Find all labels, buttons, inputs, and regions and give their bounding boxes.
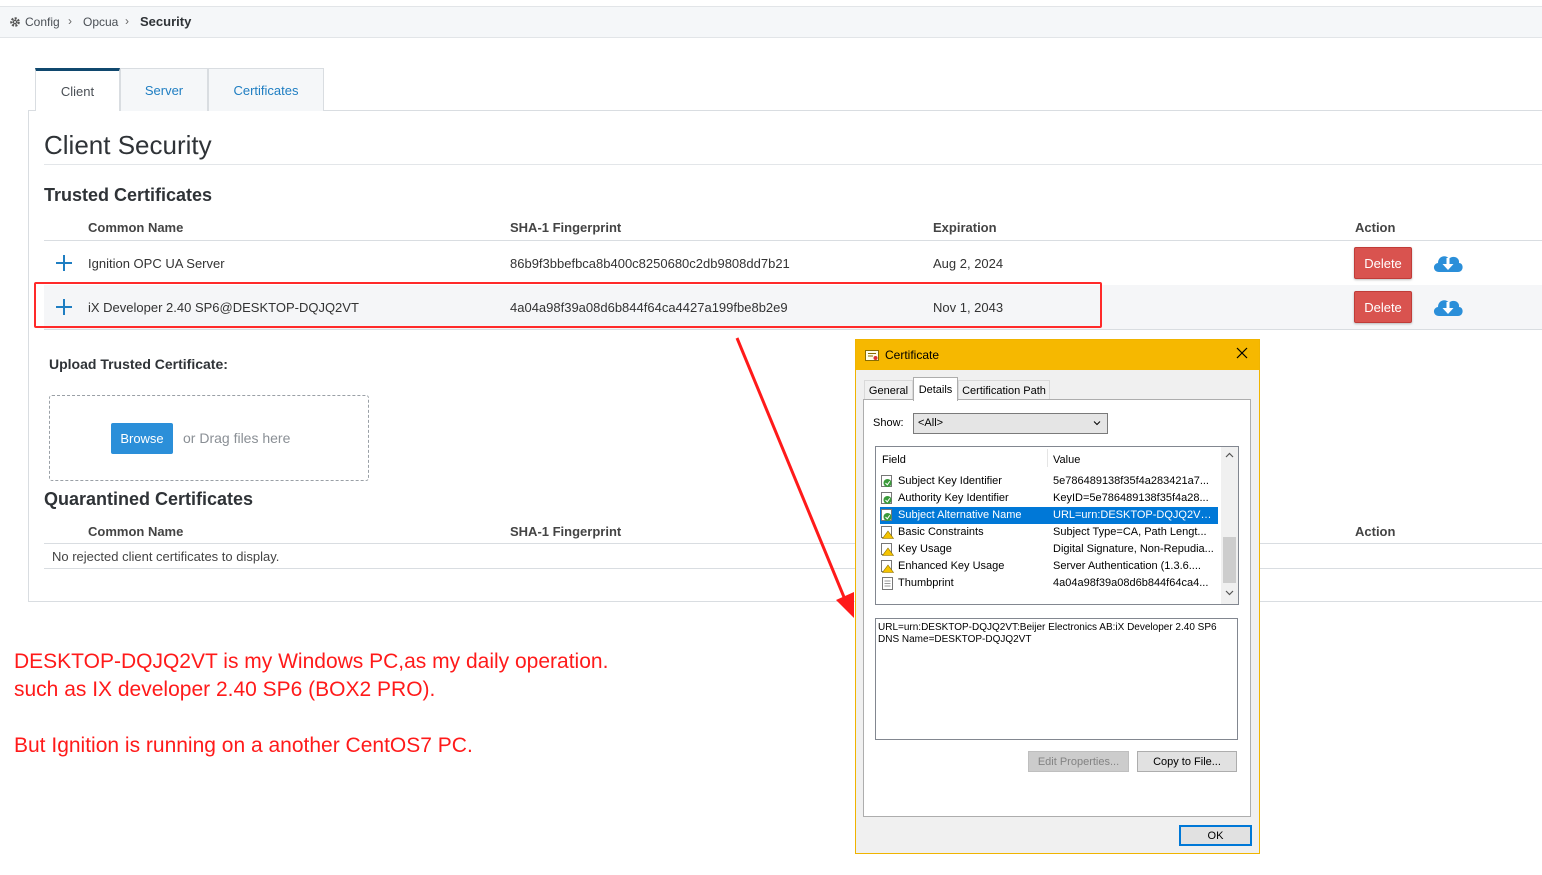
column-header-common-name: Common Name xyxy=(88,524,184,539)
table-row: Ignition OPC UA Server 86b9f3bbefbca8b40… xyxy=(44,241,1542,285)
page-title: Client Security xyxy=(44,130,212,160)
list-item-field: Key Usage xyxy=(898,543,952,555)
list-item-field: Subject Alternative Name xyxy=(898,509,1022,521)
cert-ext-icon xyxy=(881,475,892,487)
empty-table-message: No rejected client certificates to displ… xyxy=(52,549,280,564)
copy-to-file-button[interactable]: Copy to File... xyxy=(1137,751,1237,772)
list-header-field[interactable]: Field xyxy=(882,454,906,466)
scrollbar-thumb[interactable] xyxy=(1223,537,1236,583)
close-icon[interactable] xyxy=(1235,346,1249,360)
tab-details[interactable]: Details xyxy=(913,377,958,401)
breadcrumb-config[interactable]: Config xyxy=(25,15,60,29)
chevron-up-icon[interactable] xyxy=(1225,452,1234,458)
list-header: Field Value xyxy=(876,447,1221,469)
chevron-down-icon xyxy=(1093,421,1101,426)
list-item[interactable]: Thumbprint 4a04a98f39a08d6b844f64ca4... xyxy=(880,575,1218,592)
list-header-divider xyxy=(1047,449,1048,467)
breadcrumb-current: Security xyxy=(140,14,192,29)
cloud-download-icon[interactable] xyxy=(1431,250,1465,276)
cert-ext-icon xyxy=(881,492,892,504)
tab-general[interactable]: General xyxy=(864,380,913,400)
list-item-value: Server Authentication (1.3.6.... xyxy=(1053,560,1201,572)
trusted-certificates-heading: Trusted Certificates xyxy=(44,185,213,205)
annotation-arrow-icon xyxy=(735,337,854,618)
list-item-value: 5e786489138f35f4a283421a7... xyxy=(1053,475,1209,487)
list-item-field: Thumbprint xyxy=(898,577,954,589)
list-item-value: KeyID=5e786489138f35f4a28... xyxy=(1053,492,1209,504)
show-select-value: <All> xyxy=(918,417,944,429)
show-label: Show: xyxy=(873,417,904,429)
delete-button[interactable]: Delete xyxy=(1354,291,1412,323)
certificate-dialog: Certificate General Details Certificatio… xyxy=(855,339,1260,854)
dialog-titlebar[interactable]: Certificate xyxy=(856,340,1259,370)
chevron-right-icon: › xyxy=(68,14,72,28)
divider xyxy=(44,164,1542,165)
tab-certification-path[interactable]: Certification Path xyxy=(958,380,1050,400)
list-item-field: Subject Key Identifier xyxy=(898,475,1002,487)
list-header-value[interactable]: Value xyxy=(1053,454,1080,466)
list-item-field: Enhanced Key Usage xyxy=(898,560,1005,572)
cert-warning-icon xyxy=(881,543,894,556)
cert-warning-icon xyxy=(881,526,894,539)
field-list[interactable]: Field Value Subject Key Identifier 5e7864… xyxy=(875,446,1239,605)
quarantined-certificates-heading: Quarantined Certificates xyxy=(44,489,254,509)
cloud-download-icon[interactable] xyxy=(1431,294,1465,320)
delete-button[interactable]: Delete xyxy=(1354,247,1412,279)
chevron-down-icon[interactable] xyxy=(1225,590,1234,596)
cert-doc-icon xyxy=(882,577,893,590)
tab-server[interactable]: Server xyxy=(120,68,208,111)
browse-button[interactable]: Browse xyxy=(111,423,173,454)
tab-certificates[interactable]: Certificates xyxy=(208,68,324,111)
list-item-value: Subject Type=CA, Path Lengt... xyxy=(1053,526,1207,538)
column-header-action: Action xyxy=(1355,524,1396,539)
breadcrumb: Config › Opcua › Security xyxy=(0,6,1542,38)
column-header-fingerprint: SHA-1 Fingerprint xyxy=(510,524,622,539)
column-header-expiration: Expiration xyxy=(933,220,997,235)
ok-button[interactable]: OK xyxy=(1179,825,1252,846)
value-line: DNS Name=DESKTOP-DQJQ2VT xyxy=(878,634,1032,645)
breadcrumb-opcua[interactable]: Opcua xyxy=(83,15,118,29)
edit-properties-button[interactable]: Edit Properties... xyxy=(1028,751,1129,772)
annotation-line: But Ignition is running on a another Cen… xyxy=(14,734,473,757)
show-select[interactable]: <All> xyxy=(913,413,1108,434)
scrollbar[interactable] xyxy=(1221,447,1238,604)
expand-plus-icon[interactable] xyxy=(56,255,72,271)
value-line: URL=urn:DESKTOP-DQJQ2VT:Beijer Electroni… xyxy=(878,622,1217,633)
list-item[interactable]: Enhanced Key Usage Server Authentication … xyxy=(880,558,1218,575)
column-header-common-name: Common Name xyxy=(88,220,184,235)
list-item-field: Authority Key Identifier xyxy=(898,492,1009,504)
row-common-name: Ignition OPC UA Server xyxy=(88,256,225,271)
list-item[interactable]: Basic Constraints Subject Type=CA, Path L… xyxy=(880,524,1218,541)
column-header-fingerprint: SHA-1 Fingerprint xyxy=(510,220,622,235)
drag-hint: or Drag files here xyxy=(183,430,291,446)
list-item-field: Basic Constraints xyxy=(898,526,984,538)
dialog-title: Certificate xyxy=(885,348,940,362)
chevron-right-icon: › xyxy=(125,14,129,28)
list-item-value: Digital Signature, Non-Repudia... xyxy=(1053,543,1214,555)
column-header-action: Action xyxy=(1355,220,1396,235)
row-fingerprint: 86b9f3bbefbca8b400c8250680c2db9808dd7b21 xyxy=(510,256,790,271)
row-expiration: Aug 2, 2024 xyxy=(933,256,1004,271)
list-item[interactable]: Subject Key Identifier 5e786489138f35f4a2… xyxy=(880,473,1218,490)
cert-warning-icon xyxy=(881,560,894,573)
highlight-box xyxy=(34,282,1102,328)
annotation-line: such as IX developer 2.40 SP6 (BOX2 PRO)… xyxy=(14,678,436,701)
list-item[interactable]: Authority Key Identifier KeyID=5e78648913… xyxy=(880,490,1218,507)
list-item-value: 4a04a98f39a08d6b844f64ca4... xyxy=(1053,577,1209,589)
list-item[interactable]: Subject Alternative Name URL=urn:DESKTOP-… xyxy=(880,507,1218,524)
tab-client[interactable]: Client xyxy=(35,68,120,112)
field-value-textbox[interactable]: URL=urn:DESKTOP-DQJQ2VT:Beijer Electroni… xyxy=(875,618,1238,740)
list-item[interactable]: Key Usage Digital Signature, Non-Repudia.… xyxy=(880,541,1218,558)
upload-label: Upload Trusted Certificate: xyxy=(49,356,228,372)
list-item-value: URL=urn:DESKTOP-DQJQ2VT:... xyxy=(1053,509,1215,521)
cert-ext-icon xyxy=(881,509,892,521)
gear-icon xyxy=(10,17,20,27)
certificate-icon xyxy=(865,350,879,361)
annotation-line: DESKTOP-DQJQ2VT is my Windows PC,as my d… xyxy=(14,650,609,673)
